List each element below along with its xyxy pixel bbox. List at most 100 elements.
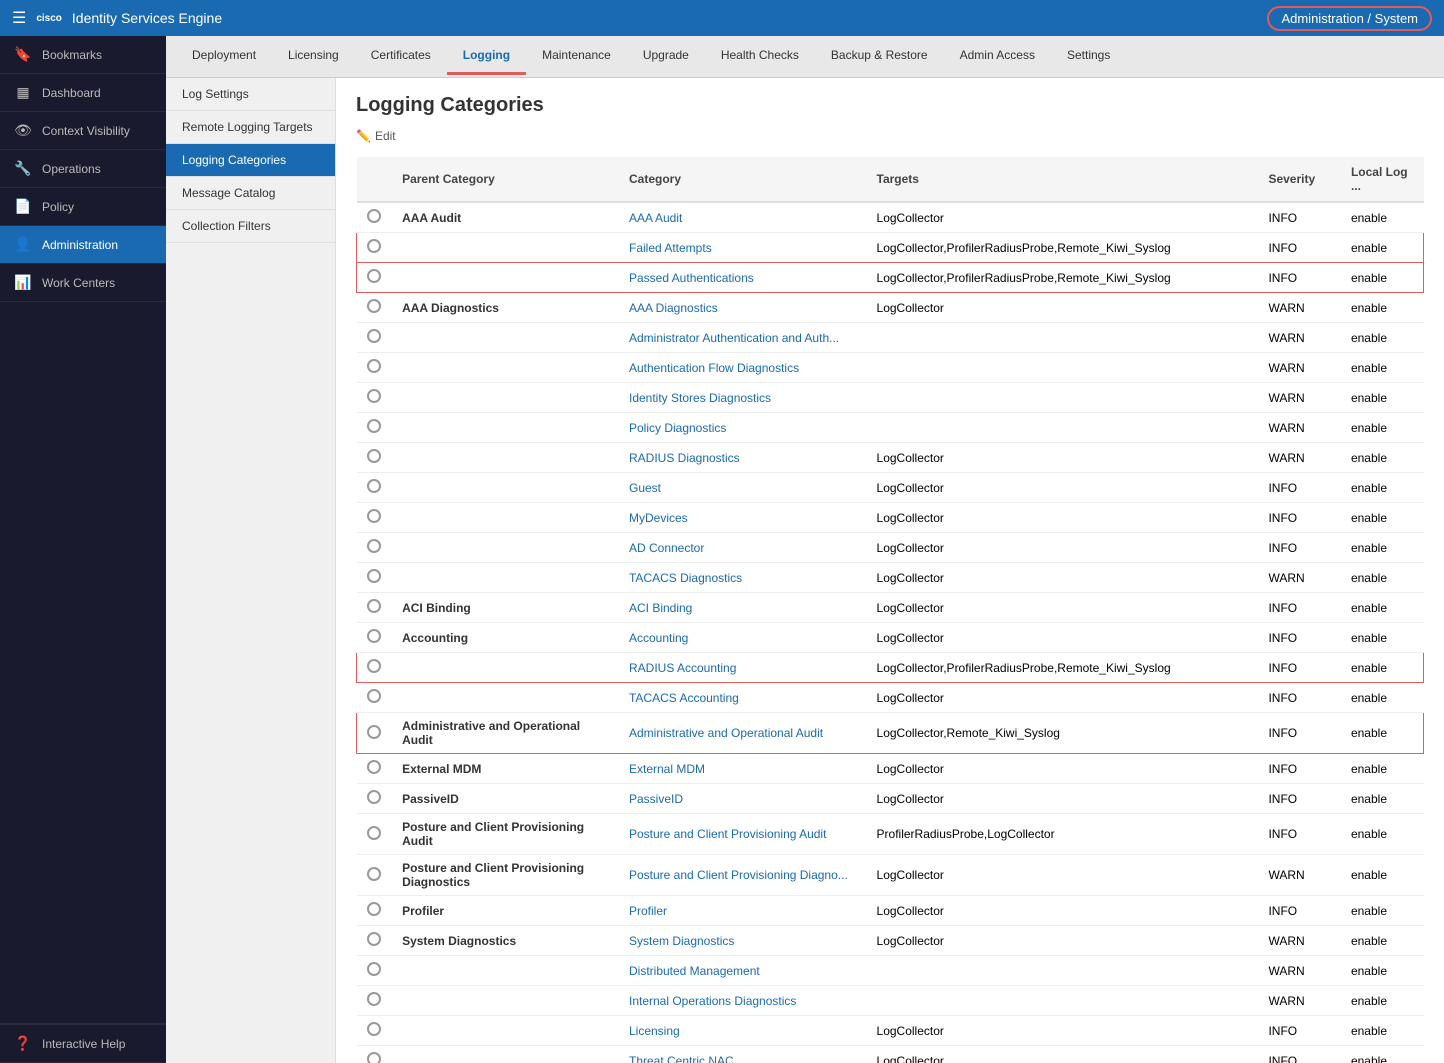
- cell-category-tacacs-diag[interactable]: TACACS Diagnostics: [629, 571, 742, 585]
- tab-backup-restore[interactable]: Backup & Restore: [815, 38, 944, 75]
- cell-severity-radius-diag: WARN: [1258, 443, 1341, 473]
- cell-category-mydevices[interactable]: MyDevices: [629, 511, 688, 525]
- row-radio-mydevices[interactable]: [367, 509, 381, 523]
- sidebar-label-context-visibility: Context Visibility: [42, 124, 130, 138]
- menu-icon[interactable]: ☰: [12, 8, 26, 28]
- row-radio-posture-diag-parent[interactable]: [367, 867, 381, 881]
- tab-certificates[interactable]: Certificates: [355, 38, 447, 75]
- cell-parent-policy-diag: [392, 413, 619, 443]
- sidebar-item-policy[interactable]: 📄 Policy: [0, 188, 166, 226]
- sidebar-item-context-visibility[interactable]: 👁 Context Visibility: [0, 112, 166, 150]
- row-radio-auth-flow[interactable]: [367, 359, 381, 373]
- col-header-targets: Targets: [867, 157, 1259, 202]
- tab-health-checks[interactable]: Health Checks: [705, 38, 815, 75]
- cell-category-internal-ops-diag[interactable]: Internal Operations Diagnostics: [629, 994, 796, 1008]
- tab-logging[interactable]: Logging: [447, 38, 526, 75]
- sidebar-item-work-centers[interactable]: 📊 Work Centers: [0, 264, 166, 302]
- cell-category-radius-accounting[interactable]: RADIUS Accounting: [629, 661, 736, 675]
- row-radio-profiler[interactable]: [367, 902, 381, 916]
- row-radio-system-diag[interactable]: [367, 932, 381, 946]
- row-radio-internal-ops-diag[interactable]: [367, 992, 381, 1006]
- cell-category-threat-centric-nac[interactable]: Threat Centric NAC: [629, 1054, 734, 1063]
- cell-category-radius-diag[interactable]: RADIUS Diagnostics: [629, 451, 740, 465]
- row-radio-licensing-cat[interactable]: [367, 1022, 381, 1036]
- tab-upgrade[interactable]: Upgrade: [627, 38, 705, 75]
- row-radio-aaa-diag-parent[interactable]: [367, 299, 381, 313]
- cell-category-external-mdm[interactable]: External MDM: [629, 762, 705, 776]
- cell-category-guest[interactable]: Guest: [629, 481, 661, 495]
- row-radio-ad-connector[interactable]: [367, 539, 381, 553]
- sub-sidebar-logging-categories[interactable]: Logging Categories: [166, 144, 335, 177]
- cell-parent-aci-binding-parent: ACI Binding: [392, 593, 619, 623]
- row-radio-identity-stores[interactable]: [367, 389, 381, 403]
- edit-button[interactable]: ✏️ Edit: [356, 129, 1424, 143]
- cell-category-distributed-mgmt[interactable]: Distributed Management: [629, 964, 760, 978]
- row-radio-aaa-audit-parent[interactable]: [367, 209, 381, 223]
- row-radio-radius-accounting[interactable]: [367, 659, 381, 673]
- cell-targets-passed-auth: LogCollector,ProfilerRadiusProbe,Remote_…: [867, 263, 1259, 293]
- cell-locallog-aaa-diag-parent: enable: [1341, 293, 1424, 323]
- tab-licensing[interactable]: Licensing: [272, 38, 355, 75]
- row-radio-failed-attempts[interactable]: [367, 239, 381, 253]
- sub-sidebar-message-catalog[interactable]: Message Catalog: [166, 177, 335, 210]
- cell-parent-accounting-parent: Accounting: [392, 623, 619, 653]
- cell-category-licensing-cat[interactable]: Licensing: [629, 1024, 680, 1038]
- sub-sidebar-remote-logging[interactable]: Remote Logging Targets: [166, 111, 335, 144]
- cell-category-failed-attempts[interactable]: Failed Attempts: [629, 241, 712, 255]
- cell-category-admin-ops-audit-parent[interactable]: Administrative and Operational Audit: [629, 726, 823, 740]
- row-radio-passiveid[interactable]: [367, 790, 381, 804]
- row-radio-aci-binding-parent[interactable]: [367, 599, 381, 613]
- sub-sidebar-collection-filters[interactable]: Collection Filters: [166, 210, 335, 243]
- cell-category-passiveid[interactable]: PassiveID: [629, 792, 683, 806]
- sidebar-item-operations[interactable]: 🔧 Operations: [0, 150, 166, 188]
- cell-category-policy-diag[interactable]: Policy Diagnostics: [629, 421, 726, 435]
- cell-category-aaa-diag-parent[interactable]: AAA Diagnostics: [629, 301, 718, 315]
- cell-category-aci-binding-parent[interactable]: ACI Binding: [629, 601, 692, 615]
- sidebar-item-bookmarks[interactable]: 🔖 Bookmarks: [0, 36, 166, 74]
- cell-severity-admin-ops-audit-parent: INFO: [1258, 713, 1341, 754]
- sidebar-item-administration[interactable]: 👤 Administration: [0, 226, 166, 264]
- row-radio-posture-audit-parent[interactable]: [367, 826, 381, 840]
- cell-category-system-diag[interactable]: System Diagnostics: [629, 934, 734, 948]
- sidebar-item-interactive-help[interactable]: ❓ Interactive Help: [0, 1024, 166, 1063]
- cell-category-aaa-audit-parent[interactable]: AAA Audit: [629, 211, 682, 225]
- cell-parent-tacacs-diag: [392, 563, 619, 593]
- row-radio-radius-diag[interactable]: [367, 449, 381, 463]
- cell-category-ad-connector[interactable]: AD Connector: [629, 541, 704, 555]
- row-radio-admin-auth[interactable]: [367, 329, 381, 343]
- cell-category-tacacs-accounting[interactable]: TACACS Accounting: [629, 691, 739, 705]
- cell-category-identity-stores[interactable]: Identity Stores Diagnostics: [629, 391, 771, 405]
- logging-categories-table: Parent Category Category Targets Severit…: [356, 157, 1424, 1063]
- cell-category-accounting-parent[interactable]: Accounting: [629, 631, 688, 645]
- row-radio-passed-auth[interactable]: [367, 269, 381, 283]
- row-radio-tacacs-accounting[interactable]: [367, 689, 381, 703]
- row-radio-external-mdm[interactable]: [367, 760, 381, 774]
- cell-category-passed-auth[interactable]: Passed Authentications: [629, 271, 754, 285]
- table-row: System DiagnosticsSystem DiagnosticsLogC…: [357, 926, 1424, 956]
- tab-maintenance[interactable]: Maintenance: [526, 38, 627, 75]
- row-radio-policy-diag[interactable]: [367, 419, 381, 433]
- cell-locallog-radius-accounting: enable: [1341, 653, 1424, 683]
- table-row: Posture and Client Provisioning AuditPos…: [357, 814, 1424, 855]
- cell-parent-radius-accounting: [392, 653, 619, 683]
- row-radio-threat-centric-nac[interactable]: [367, 1052, 381, 1063]
- row-radio-distributed-mgmt[interactable]: [367, 962, 381, 976]
- cell-targets-system-diag: LogCollector: [867, 926, 1259, 956]
- cell-category-admin-auth[interactable]: Administrator Authentication and Auth...: [629, 331, 839, 345]
- cell-category-posture-diag-parent[interactable]: Posture and Client Provisioning Diagno..…: [629, 868, 848, 882]
- sidebar-item-dashboard[interactable]: ▦ Dashboard: [0, 74, 166, 112]
- cell-category-posture-audit-parent[interactable]: Posture and Client Provisioning Audit: [629, 827, 826, 841]
- cell-severity-external-mdm: INFO: [1258, 754, 1341, 784]
- sub-sidebar-log-settings[interactable]: Log Settings: [166, 78, 335, 111]
- row-radio-tacacs-diag[interactable]: [367, 569, 381, 583]
- cell-category-profiler[interactable]: Profiler: [629, 904, 667, 918]
- cell-category-auth-flow[interactable]: Authentication Flow Diagnostics: [629, 361, 799, 375]
- row-radio-admin-ops-audit-parent[interactable]: [367, 725, 381, 739]
- tab-admin-access[interactable]: Admin Access: [944, 38, 1051, 75]
- tab-settings[interactable]: Settings: [1051, 38, 1126, 75]
- row-radio-accounting-parent[interactable]: [367, 629, 381, 643]
- cell-targets-admin-auth: [867, 323, 1259, 353]
- row-radio-guest[interactable]: [367, 479, 381, 493]
- table-row: External MDMExternal MDMLogCollectorINFO…: [357, 754, 1424, 784]
- tab-deployment[interactable]: Deployment: [176, 38, 272, 75]
